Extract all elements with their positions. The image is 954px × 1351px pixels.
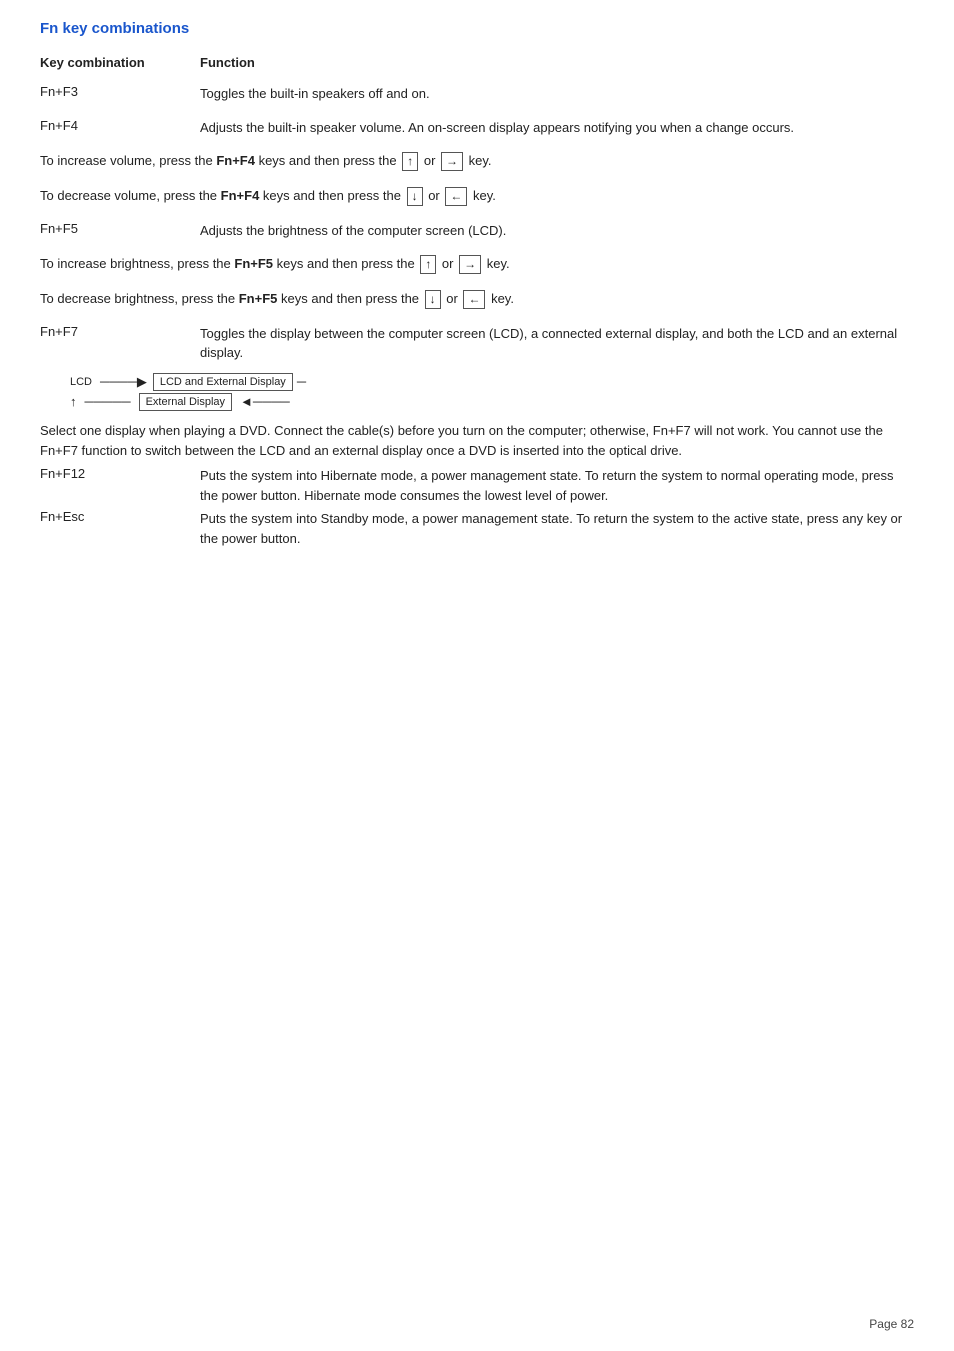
display-diagram: LCD ────▶ LCD and External Display ─ ↑ ─… xyxy=(70,373,914,411)
right-arrow-icon-bright: → xyxy=(459,255,481,275)
fn-esc-key: Fn+Esc xyxy=(40,509,200,548)
fn-f3-row: Fn+F3 Toggles the built-in speakers off … xyxy=(40,84,914,104)
fn-f3-key: Fn+F3 xyxy=(40,84,200,104)
fn-f4-row: Fn+F4 Adjusts the built-in speaker volum… xyxy=(40,118,914,138)
fn-f5-row: Fn+F5 Adjusts the brightness of the comp… xyxy=(40,221,914,241)
fn-f4-func: Adjusts the built-in speaker volume. An … xyxy=(200,118,914,138)
fn-f7-key: Fn+F7 xyxy=(40,324,200,363)
dvd-note: Select one display when playing a DVD. C… xyxy=(40,421,914,463)
page-number: Page 82 xyxy=(869,1317,914,1331)
diagram-back-arrow: ◄──── xyxy=(240,394,290,409)
diagram-row-2: ↑ ───── External Display ◄──── xyxy=(70,393,914,411)
brightness-increase-line: To increase brightness, press the Fn+F5 … xyxy=(40,254,914,275)
up-arrow-icon-bright: ↑ xyxy=(420,255,436,275)
down-arrow-icon-vol: ↓ xyxy=(407,187,423,207)
fn-f3-func: Toggles the built-in speakers off and on… xyxy=(200,84,914,104)
fn-f12-row: Fn+F12 Puts the system into Hibernate mo… xyxy=(40,466,914,505)
diagram-up-arrow: ↑ xyxy=(70,394,77,409)
fn-f5-func: Adjusts the brightness of the computer s… xyxy=(200,221,914,241)
lcd-external-box: LCD and External Display xyxy=(153,373,293,391)
external-display-box: External Display xyxy=(139,393,232,411)
brightness-decrease-line: To decrease brightness, press the Fn+F5 … xyxy=(40,289,914,310)
fn-f7-func: Toggles the display between the computer… xyxy=(200,324,914,363)
up-arrow-icon: ↑ xyxy=(402,152,418,172)
diagram-arrow-right: ────▶ xyxy=(100,374,147,390)
col-header-func: Function xyxy=(200,55,255,70)
fn-esc-func: Puts the system into Standby mode, a pow… xyxy=(200,509,914,548)
page-title: Fn key combinations xyxy=(40,20,914,37)
fn-f12-key: Fn+F12 xyxy=(40,466,200,505)
lcd-label: LCD xyxy=(70,376,92,388)
diagram-top-line: ─ xyxy=(297,374,306,389)
left-arrow-icon-vol: ← xyxy=(445,187,467,207)
volume-decrease-line: To decrease volume, press the Fn+F4 keys… xyxy=(40,186,914,207)
right-arrow-icon: → xyxy=(441,152,463,172)
diagram-bottom-line: ───── xyxy=(85,394,131,409)
fn-esc-row: Fn+Esc Puts the system into Standby mode… xyxy=(40,509,914,548)
diagram-row-1: LCD ────▶ LCD and External Display ─ xyxy=(70,373,914,391)
fn-f5-key: Fn+F5 xyxy=(40,221,200,241)
fn-f12-func: Puts the system into Hibernate mode, a p… xyxy=(200,466,914,505)
fn-f4-key: Fn+F4 xyxy=(40,118,200,138)
down-arrow-icon-bright: ↓ xyxy=(425,290,441,310)
col-header-key: Key combination xyxy=(40,55,200,70)
left-arrow-icon-bright: ← xyxy=(463,290,485,310)
fn-f7-row: Fn+F7 Toggles the display between the co… xyxy=(40,324,914,363)
volume-increase-line: To increase volume, press the Fn+F4 keys… xyxy=(40,151,914,172)
